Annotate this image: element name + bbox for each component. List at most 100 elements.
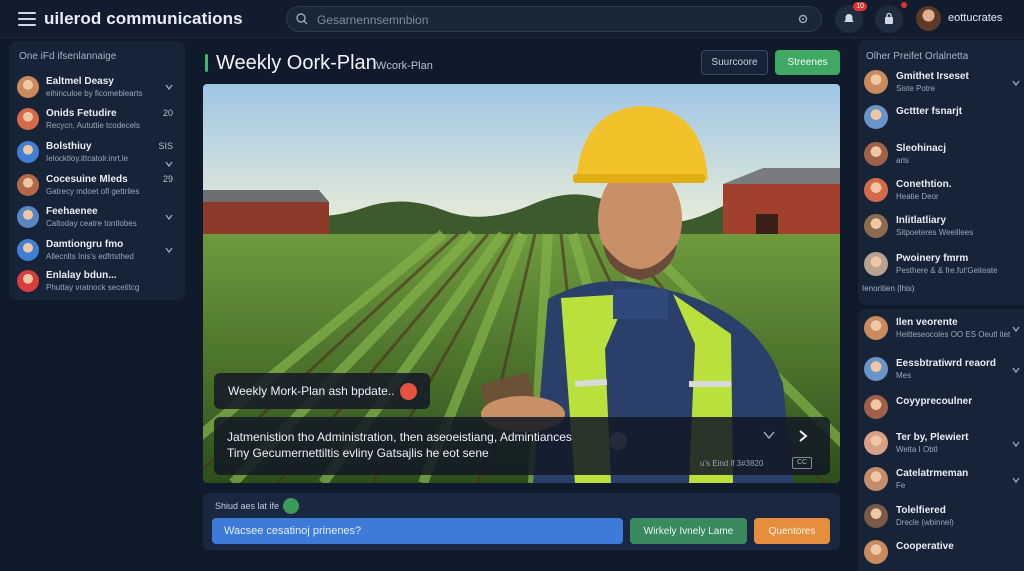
conversation-name: Enlalay bdun... xyxy=(46,270,117,281)
participant-item[interactable]: Ter by, Plewiert Welta I Obtl xyxy=(858,427,1024,461)
message-input[interactable] xyxy=(212,518,623,544)
conversation-preview: Phuttay vratnock secetitcg xyxy=(46,283,140,292)
participants-title: Olher Preifet Orlalnetta xyxy=(866,51,969,62)
chevron-down-icon[interactable] xyxy=(165,155,173,168)
chevron-down-icon[interactable] xyxy=(1012,471,1020,484)
chevron-down-icon[interactable] xyxy=(165,78,173,91)
update-bubble[interactable]: Weekly Mork-Plan ash bpdate.. xyxy=(214,373,430,409)
notifications-icon[interactable]: 10 xyxy=(835,2,867,33)
user-avatar[interactable] xyxy=(916,6,941,31)
collapse-icon[interactable] xyxy=(763,430,775,440)
conversation-preview: eihinculoe by ficomeblearts xyxy=(46,89,143,98)
chevron-down-icon[interactable] xyxy=(165,208,173,221)
avatar xyxy=(17,206,39,228)
participant-item[interactable]: Cooperative xyxy=(858,536,1024,570)
avatar xyxy=(864,252,888,276)
update-bubble-text: Weekly Mork-Plan ash bpdate.. xyxy=(228,384,395,398)
conversation-preview: Caltoday ceatre tontlobes xyxy=(46,219,137,228)
conversation-name: Onids Fetudire xyxy=(46,108,117,119)
conversation-item[interactable]: Ealtmel Deasy eihinculoe by ficomeblearts xyxy=(9,72,185,104)
caption-timestamp: u's Eind lf 3#3820 xyxy=(700,459,764,468)
page-subtitle: Wcork-Plan xyxy=(376,60,433,72)
search-bar[interactable] xyxy=(286,6,822,32)
conversation-name: Ealtmel Deasy xyxy=(46,76,114,87)
search-input[interactable] xyxy=(317,11,787,29)
conversation-preview: Allecnlts Inis's edfrtsthed xyxy=(46,252,134,261)
participant-name: Coyyprecoulner xyxy=(896,396,973,407)
chevron-right-icon[interactable] xyxy=(798,429,808,443)
conversation-item[interactable]: Cocesuine Mleds Gatrecy mdoet ofl gettril… xyxy=(9,170,185,202)
participant-item[interactable]: Conethtion. Heatie Deor xyxy=(858,174,1024,208)
app-title: uilerod communications xyxy=(44,9,243,28)
leaf-icon xyxy=(283,498,299,514)
avatar xyxy=(864,467,888,491)
live-indicator-icon xyxy=(400,383,417,400)
participant-name: Pwoinery fmrm xyxy=(896,253,969,264)
participant-name: Cooperative xyxy=(896,541,954,552)
chevron-down-icon[interactable] xyxy=(165,241,173,254)
avatar xyxy=(17,174,39,196)
stream-button[interactable]: Streenes xyxy=(775,50,840,75)
participant-status: Drecle (wbinnel) xyxy=(896,518,954,527)
conversation-item[interactable]: Onids Fetudire Recycn, Aututtie tcodecels… xyxy=(9,104,185,136)
source-button[interactable]: Suurcoore xyxy=(701,50,768,75)
participant-item[interactable]: Ilen veorente Heitteseocoles OO ES Oeutl … xyxy=(858,312,1024,346)
participant-item[interactable]: Coyyprecoulner xyxy=(858,391,1024,425)
participant-item[interactable]: Gcttter fsnarjt xyxy=(858,101,1024,135)
page-title: Weekly Oork-Plan xyxy=(216,52,377,74)
chevron-down-icon[interactable] xyxy=(1012,435,1020,448)
conversation-name: Feehaenee xyxy=(46,206,98,217)
conversation-meta: 29 xyxy=(162,174,173,184)
participant-status: Heatie Deor xyxy=(896,192,939,201)
participant-item[interactable]: Tolelfiered Drecle (wbinnel) xyxy=(858,500,1024,534)
avatar xyxy=(864,70,888,94)
conversation-item[interactable]: Enlalay bdun... Phuttay vratnock secetitc… xyxy=(9,266,185,298)
avatar xyxy=(864,540,888,564)
conversation-meta: 20 xyxy=(162,108,173,118)
chevron-down-icon[interactable] xyxy=(1012,361,1020,374)
participant-status: Heitteseocoles OO ES Oeutl itet xyxy=(896,330,1011,339)
participant-item[interactable]: Eessbtratiwrd reaord Mes xyxy=(858,353,1024,387)
menu-icon[interactable] xyxy=(18,12,36,26)
conversation-name: Damtiongru fmo xyxy=(46,239,124,250)
chevron-down-icon[interactable] xyxy=(1012,320,1020,333)
participant-name: Ter by, Plewiert xyxy=(896,432,969,443)
participant-status: Welta I Obtl xyxy=(896,445,938,454)
participant-name: Gcttter fsnarjt xyxy=(896,106,963,117)
top-bar: uilerod communications 10 eottucrates xyxy=(0,0,1024,38)
participant-item[interactable]: Pwoinery fmrm Pesthere & & fre.fut'Geitea… xyxy=(858,248,1024,282)
questions-button[interactable]: Quentores xyxy=(754,518,830,544)
title-accent xyxy=(205,54,208,72)
user-name[interactable]: eottucrates xyxy=(948,12,1002,24)
participant-status: Fe xyxy=(896,481,906,490)
conversation-item[interactable]: Feehaenee Caltoday ceatre tontlobes xyxy=(9,202,185,234)
avatar xyxy=(864,357,888,381)
cc-toggle[interactable]: CC xyxy=(792,457,812,469)
avatar xyxy=(864,214,888,238)
conversation-name: Bolsthiuy xyxy=(46,141,92,152)
avatar xyxy=(864,504,888,528)
avatar xyxy=(864,142,888,166)
panel-title: One iFd ifsenlannaige xyxy=(19,51,117,62)
participant-item[interactable]: Sleohinacj arls xyxy=(858,138,1024,172)
conversation-item[interactable]: Damtiongru fmo Allecnlts Inis's edfrtsthe… xyxy=(9,235,185,267)
conversation-preview: Gatrecy mdoet ofl gettriles xyxy=(46,187,140,196)
weekly-button[interactable]: Wirkely Ivnely Lame xyxy=(630,518,747,544)
avatar xyxy=(864,431,888,455)
avatar xyxy=(864,178,888,202)
alerts-icon[interactable] xyxy=(875,2,907,33)
conversation-item[interactable]: Bolsthiuy Ielocktloy.ittcatolr.inrt.le SIS xyxy=(9,137,185,169)
settings-icon[interactable] xyxy=(797,13,809,25)
participant-item[interactable]: Catelatrmeman Fe xyxy=(858,463,1024,497)
participant-status: arls xyxy=(896,156,909,165)
avatar xyxy=(17,239,39,261)
participant-name: Gmithet Irseset xyxy=(896,71,969,82)
participant-name: Tolelfiered xyxy=(896,505,946,516)
participant-name: Inlitlatliary xyxy=(896,215,947,226)
participant-name: Eessbtratiwrd reaord xyxy=(896,358,997,369)
participant-name: Ilen veorente xyxy=(896,317,958,328)
participant-name: Catelatrmeman xyxy=(896,468,969,479)
participant-item[interactable]: Inlitlatliary Sitpoeteres Weeillees xyxy=(858,210,1024,244)
chevron-down-icon[interactable] xyxy=(1012,74,1020,87)
participant-item[interactable]: Gmithet Irseset Siste Potre xyxy=(858,66,1024,100)
